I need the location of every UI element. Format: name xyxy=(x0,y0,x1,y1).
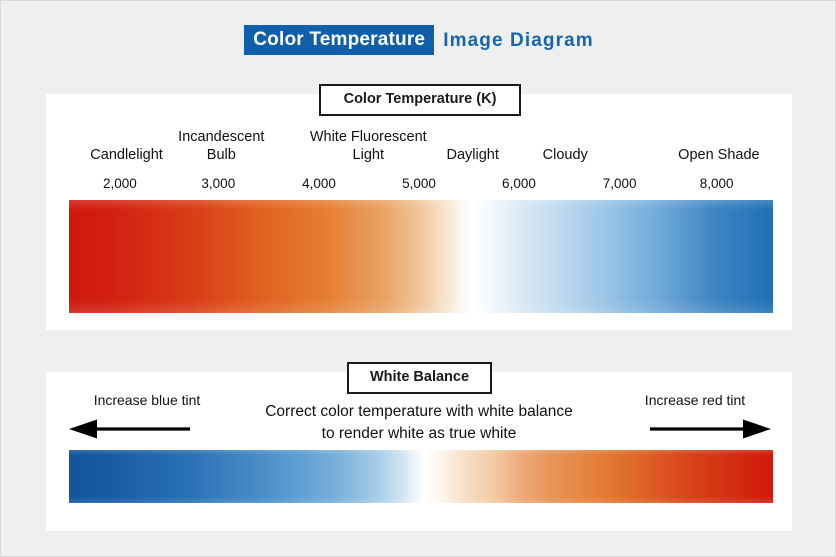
kelvin-tick-label: 3,000 xyxy=(201,176,236,191)
kelvin-tick-label: 8,000 xyxy=(699,176,734,191)
color-temperature-gradient-bar xyxy=(69,200,773,313)
light-source-label: Candlelight xyxy=(90,146,163,164)
kelvin-tick-label: 7,000 xyxy=(602,176,637,191)
light-source-label-line: Incandescent xyxy=(178,129,265,145)
light-source-label: Incandescent Bulb xyxy=(178,128,264,164)
white-balance-gradient-bar xyxy=(69,450,773,503)
color-temperature-section-label: Color Temperature (K) xyxy=(319,84,521,116)
kelvin-tick-labels: 2,000 3,000 4,000 5,000 6,000 7,000 8,000 xyxy=(46,176,792,196)
light-source-labels: Candlelight Incandescent Bulb White Fluores… xyxy=(46,128,792,174)
white-balance-description: Correct color temperature with white bal… xyxy=(1,401,836,445)
light-source-label: Cloudy xyxy=(543,146,588,164)
kelvin-tick-label: 6,000 xyxy=(502,176,536,191)
page-title: Color Temperature Image Diagram xyxy=(1,25,836,55)
light-source-label: Daylight xyxy=(447,146,499,164)
page-title-badge: Color Temperature xyxy=(244,25,435,55)
light-source-label: Open Shade xyxy=(678,146,759,164)
diagram-page: Color Temperature Image Diagram Color Tem… xyxy=(0,0,836,557)
light-source-label-line: Cloudy xyxy=(542,147,588,163)
white-balance-section-label: White Balance xyxy=(347,362,492,394)
kelvin-tick-label: 5,000 xyxy=(402,176,436,191)
light-source-label: White Fluorescent Light xyxy=(310,128,427,164)
white-balance-description-line: to render white as true white xyxy=(321,425,517,442)
white-balance-description-line: Correct color temperature with white bal… xyxy=(265,403,573,420)
light-source-label-line: Open Shade xyxy=(678,147,760,163)
light-source-label-line: Candlelight xyxy=(90,147,163,163)
kelvin-tick-label: 2,000 xyxy=(102,176,137,191)
page-title-suffix: Image Diagram xyxy=(443,29,594,51)
light-source-label-line: White Fluorescent xyxy=(309,129,427,145)
light-source-label-line: Light xyxy=(352,147,384,163)
kelvin-tick-label: 4,000 xyxy=(302,176,336,191)
light-source-label-line: Bulb xyxy=(206,147,236,163)
light-source-label-line: Daylight xyxy=(446,147,499,163)
